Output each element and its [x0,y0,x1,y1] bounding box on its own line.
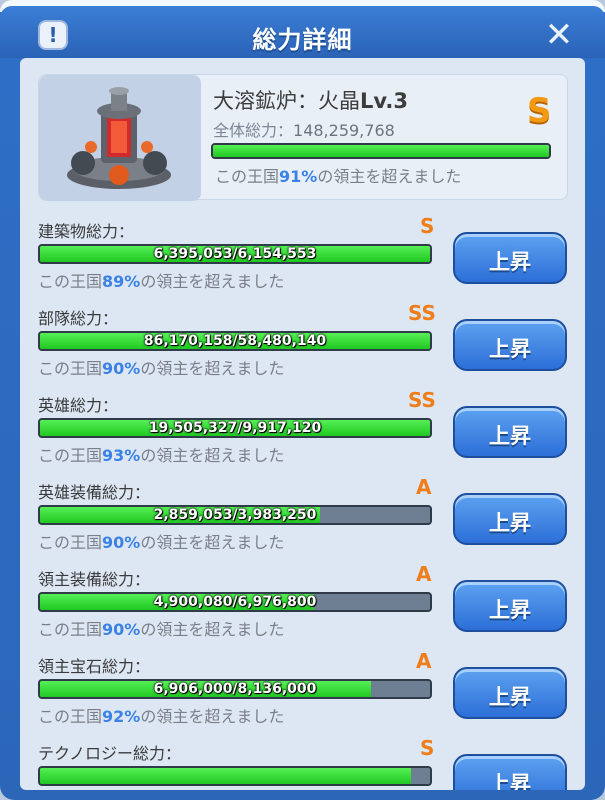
rank-percent: 90% [102,359,141,378]
stat-rank-text: この王国90%の領主を超えました [38,529,284,553]
total-rank-text: この王国91%の領主を超えました [215,163,461,187]
upgrade-button-label: 上昇 [489,598,531,622]
stat-row: テクノロジー総力： S 上昇 [20,736,585,790]
building-name-text: 大溶鉱炉：火晶 [213,89,360,113]
stat-row: 英雄総力： SS 19,505,327/9,917,120 この王国93%の領主を超え… [20,388,585,480]
stat-label: 建築物総力： [38,222,135,241]
stat-grade: A [416,562,432,586]
stat-grade: A [416,475,432,499]
upgrade-button-label: 上昇 [489,424,531,448]
stat-grade: SS [408,388,436,412]
content-panel[interactable]: 大溶鉱炉：火晶Lv.3 S 全体総力：148,259,768 この王国91%の領… [20,58,585,790]
rank-percent: 89% [102,272,141,291]
total-power: 全体総力：148,259,768 [213,117,395,141]
rank-suffix: の領主を超えました [317,167,462,186]
stat-rank-text: この王国92%の領主を超えました [38,703,284,727]
stat-value: 6,395,053/6,154,553 [153,246,317,262]
stat-label: テクノロジー総力： [38,744,182,763]
rank-percent: 92% [102,707,141,726]
rank-prefix: この王国 [38,707,103,726]
rank-suffix: の領主を超えました [140,707,285,726]
rank-suffix: の領主を超えました [140,446,285,465]
stat-label: 領主宝石総力： [38,657,151,676]
stat-label: 英雄装備総力： [38,483,151,502]
rank-prefix: この王国 [38,533,103,552]
stat-label: 部隊総力： [38,309,119,328]
rank-suffix: の領主を超えました [140,359,285,378]
rank-percent: 93% [102,446,141,465]
rank-percent: 91% [279,167,318,186]
upgrade-button[interactable]: 上昇 [453,667,567,719]
upgrade-button[interactable]: 上昇 [453,232,567,284]
stat-row: 部隊総力： SS 86,170,158/58,480,140 この王国90%の領主を超… [20,301,585,393]
stat-progress-bar: 86,170,158/58,480,140 [38,331,432,351]
stat-value: 6,906,000/8,136,000 [153,681,317,697]
dialog-header: ! 総力詳細 ✕ [0,6,605,58]
upgrade-button-label: 上昇 [489,337,531,361]
close-button[interactable]: ✕ [540,16,578,54]
rank-suffix: の領主を超えました [140,272,285,291]
total-power-value: 148,259,768 [293,121,395,140]
stat-progress-bar [38,766,432,786]
stat-grade: A [416,649,432,673]
rank-percent: 90% [102,620,141,639]
building-grade: S [527,91,552,131]
upgrade-button-label: 上昇 [489,511,531,535]
stat-row: 領主装備総力： A 4,900,080/6,976,800 この王国90%の領主を超え… [20,562,585,654]
rank-prefix: この王国 [215,167,280,186]
stat-progress-bar: 4,900,080/6,976,800 [38,592,432,612]
rank-prefix: この王国 [38,620,103,639]
rank-prefix: この王国 [38,446,103,465]
stat-value: 19,505,327/9,917,120 [148,420,322,436]
total-power-label: 全体総力： [213,121,294,140]
stat-row: 英雄装備総力： A 2,859,053/3,983,250 この王国90%の領主を超え… [20,475,585,567]
rank-suffix: の領主を超えました [140,533,285,552]
upgrade-button-label: 上昇 [489,250,531,274]
total-power-bar [211,143,551,159]
stat-label: 英雄総力： [38,396,119,415]
upgrade-button[interactable]: 上昇 [453,406,567,458]
upgrade-button-label: 上昇 [489,772,531,790]
stat-label: 領主装備総力： [38,570,151,589]
close-icon: ✕ [544,15,574,55]
stat-rank-text: この王国93%の領主を超えました [38,442,284,466]
stat-progress-fill [40,768,411,784]
stat-rank-text: この王国90%の領主を超えました [38,616,284,640]
stat-progress-bar: 2,859,053/3,983,250 [38,505,432,525]
stat-progress-bar: 6,906,000/8,136,000 [38,679,432,699]
furnace-icon [67,87,171,189]
stat-rank-text: この王国89%の領主を超えました [38,268,284,292]
stat-value: 4,900,080/6,976,800 [153,594,317,610]
upgrade-button[interactable]: 上昇 [453,493,567,545]
stat-progress-bar: 6,395,053/6,154,553 [38,244,432,264]
upgrade-button[interactable]: 上昇 [453,754,567,790]
stat-row: 領主宝石総力： A 6,906,000/8,136,000 この王国92%の領主を超え… [20,649,585,741]
stat-grade: SS [408,301,436,325]
stat-value: 2,859,053/3,983,250 [153,507,317,523]
stat-rank-text: この王国90%の領主を超えました [38,355,284,379]
rank-prefix: この王国 [38,359,103,378]
stat-progress-bar: 19,505,327/9,917,120 [38,418,432,438]
building-summary-card: 大溶鉱炉：火晶Lv.3 S 全体総力：148,259,768 この王国91%の領… [38,74,568,201]
stat-grade: S [420,736,435,760]
rank-suffix: の領主を超えました [140,620,285,639]
upgrade-button-label: 上昇 [489,685,531,709]
page-title: 総力詳細 [252,26,353,54]
total-power-bar-fill [213,145,549,157]
stat-row: 建築物総力： S 6,395,053/6,154,553 この王国89%の領主を超えま… [20,214,585,306]
dialog-frame: ! 総力詳細 ✕ 大溶鉱炉：火晶Lv.3 S 全体総力：148,259,768 … [0,0,605,800]
upgrade-button[interactable]: 上昇 [453,319,567,371]
rank-prefix: この王国 [38,272,103,291]
stat-value: 86,170,158/58,480,140 [143,333,327,349]
building-level: Lv.3 [360,89,408,113]
building-image [39,75,201,201]
building-name: 大溶鉱炉：火晶Lv.3 [213,85,408,115]
stat-grade: S [420,214,435,238]
upgrade-button[interactable]: 上昇 [453,580,567,632]
rank-percent: 90% [102,533,141,552]
